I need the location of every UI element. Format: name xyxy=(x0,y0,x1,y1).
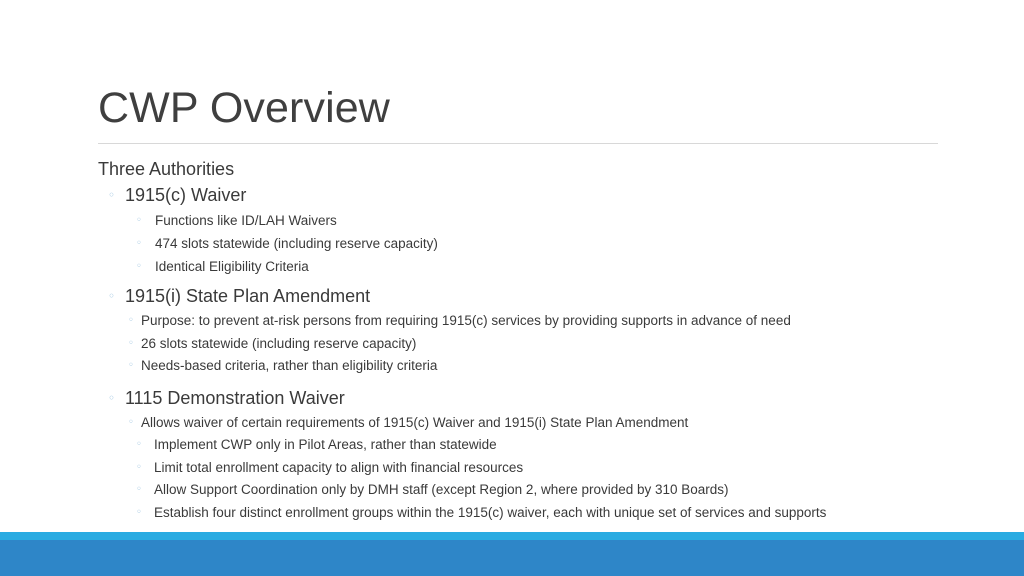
list-item-label: Allows waiver of certain requirements of… xyxy=(141,414,689,430)
list-item-level2: ◦ Functions like ID/LAH Waivers xyxy=(98,209,978,232)
bullet-icon: ◦ xyxy=(136,215,142,226)
bullet-icon: ◦ xyxy=(128,360,134,371)
list-item-label: Functions like ID/LAH Waivers xyxy=(155,213,337,228)
title-underline-rule xyxy=(98,143,938,144)
list-item-level2: ◦ Identical Eligibility Criteria xyxy=(98,255,978,278)
page-title: CWP Overview xyxy=(98,84,390,132)
list-item-level3: ◦ Establish four distinct enrollment gro… xyxy=(98,502,978,525)
slide-canvas: CWP Overview Three Authorities ◦ 1915(c)… xyxy=(0,0,1024,576)
bullet-icon: ◦ xyxy=(128,315,134,326)
list-item-level2: ◦ Purpose: to prevent at-risk persons fr… xyxy=(98,310,978,333)
list-item-level3: ◦ Allow Support Coordination only by DMH… xyxy=(98,479,978,502)
footer-accent-band-blue xyxy=(0,540,1024,576)
bullet-icon: ◦ xyxy=(136,461,142,473)
list-item-label: 1915(c) Waiver xyxy=(125,185,247,205)
list-item-level2: ◦ 26 slots statewide (including reserve … xyxy=(98,333,978,356)
bullet-icon: ◦ xyxy=(136,506,142,518)
body-heading: Three Authorities xyxy=(98,159,235,179)
list-item-label: 1115 Demonstration Waiver xyxy=(125,387,345,408)
bullet-icon: ◦ xyxy=(108,188,116,202)
list-item-label: Purpose: to prevent at-risk persons from… xyxy=(141,313,791,328)
bullet-icon: ◦ xyxy=(108,289,116,303)
list-item-label: 1915(i) State Plan Amendment xyxy=(125,286,371,306)
bullet-icon: ◦ xyxy=(136,238,142,249)
bullet-icon: ◦ xyxy=(136,261,142,272)
list-item-label: 474 slots statewide (including reserve c… xyxy=(155,236,438,251)
list-item-label: Limit total enrollment capacity to align… xyxy=(154,459,524,475)
bullet-icon: ◦ xyxy=(136,484,142,495)
bullet-icon: ◦ xyxy=(128,337,134,349)
list-item-label: 26 slots statewide (including reserve ca… xyxy=(141,335,417,351)
list-item-level2: ◦ Needs-based criteria, rather than elig… xyxy=(98,355,978,378)
list-item-level3: ◦ Limit total enrollment capacity to ali… xyxy=(98,457,978,480)
list-item-label: Establish four distinct enrollment group… xyxy=(154,504,827,520)
bullet-icon: ◦ xyxy=(128,416,134,428)
bullet-icon: ◦ xyxy=(108,390,116,405)
list-item-level2: ◦ Allows waiver of certain requirements … xyxy=(98,412,978,435)
footer-accent-band-cyan xyxy=(0,532,1024,540)
list-item-label: Identical Eligibility Criteria xyxy=(155,259,309,274)
list-item-label: Implement CWP only in Pilot Areas, rathe… xyxy=(154,437,497,452)
list-item-level2: ◦ 474 slots statewide (including reserve… xyxy=(98,232,978,255)
list-item-level1: ◦ 1915(c) Waiver xyxy=(98,182,978,209)
bullet-icon: ◦ xyxy=(136,439,142,450)
list-item-level1: ◦ 1115 Demonstration Waiver xyxy=(98,385,978,412)
slide-body-content: Three Authorities ◦ 1915(c) Waiver ◦ Fun… xyxy=(98,156,978,524)
list-item-level3: ◦ Implement CWP only in Pilot Areas, rat… xyxy=(98,434,978,457)
list-item-level1: ◦ 1915(i) State Plan Amendment xyxy=(98,283,978,310)
list-item-label: Allow Support Coordination only by DMH s… xyxy=(154,482,729,497)
list-item-label: Needs-based criteria, rather than eligib… xyxy=(141,358,438,373)
